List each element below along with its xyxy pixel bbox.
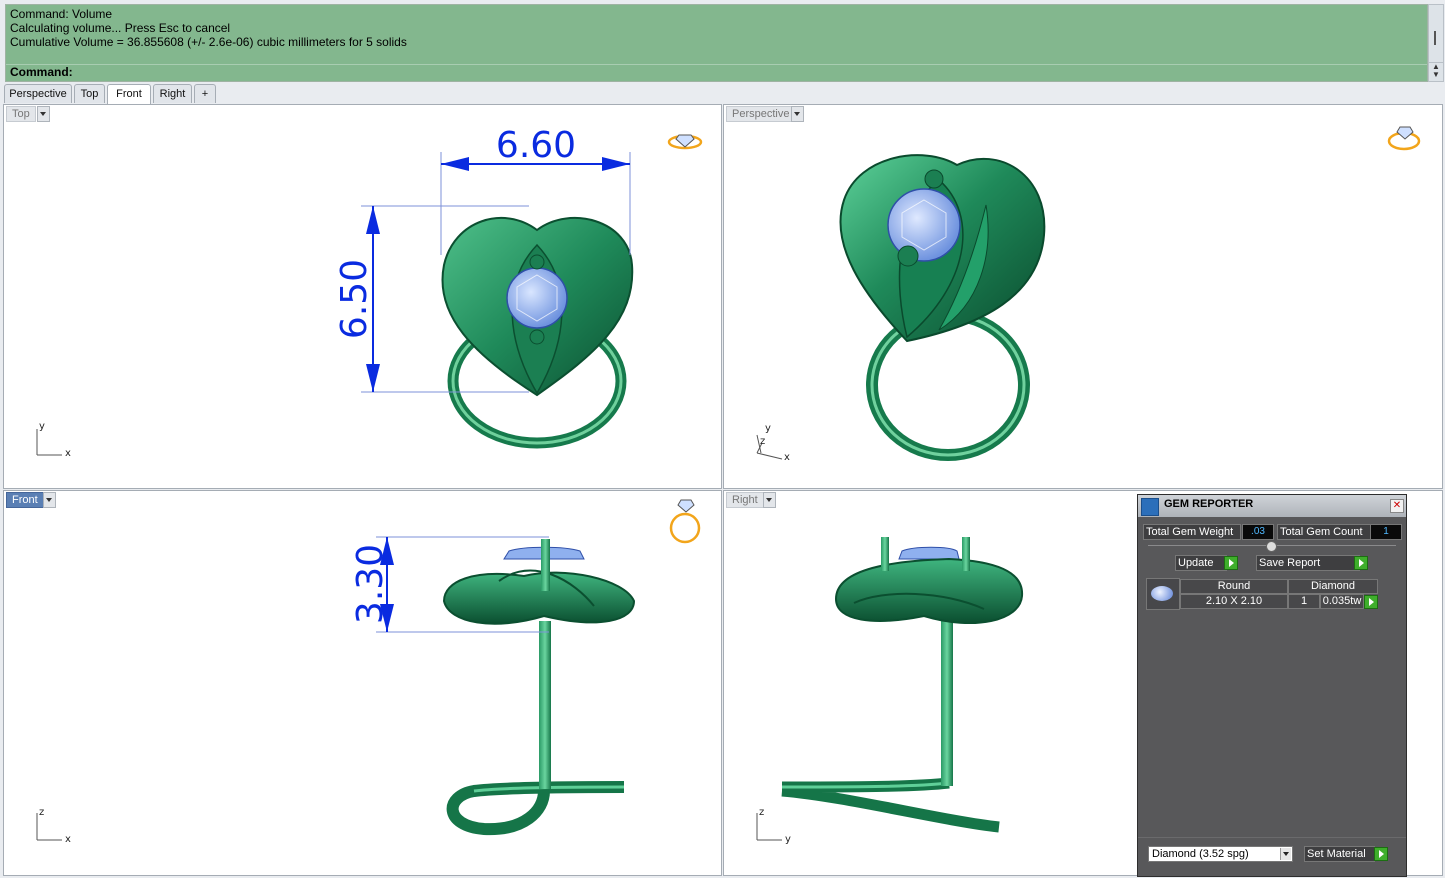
gem-reporter-panel: GEM REPORTER ✕ Total Gem Weight .03 Tota… bbox=[1137, 494, 1407, 877]
shank-base bbox=[446, 781, 625, 836]
chevron-down-icon[interactable] bbox=[1280, 848, 1291, 860]
add-tab-button[interactable]: + bbox=[194, 84, 216, 103]
axis-label-a: z bbox=[759, 807, 765, 818]
viewport-front[interactable]: Front 3.30 z x bbox=[3, 490, 722, 876]
set-material-go-icon[interactable] bbox=[1374, 847, 1388, 861]
collapse-toggle-icon[interactable] bbox=[1266, 541, 1277, 552]
gem-stone bbox=[506, 267, 568, 329]
prong-right bbox=[962, 537, 970, 571]
round-gem-icon bbox=[1151, 586, 1173, 601]
update-button[interactable]: Update bbox=[1175, 555, 1227, 571]
dim-height-text: 3.30 bbox=[350, 544, 391, 624]
tab-right[interactable]: Right bbox=[153, 84, 192, 103]
total-weight-value: .03 bbox=[1242, 524, 1274, 540]
scroll-thumb[interactable] bbox=[1434, 31, 1436, 45]
ring-shank-highlight bbox=[870, 313, 1026, 457]
command-separator bbox=[6, 64, 1427, 65]
divider bbox=[1138, 837, 1406, 838]
command-line-1: Command: Volume bbox=[10, 7, 113, 21]
shank-base bbox=[781, 777, 1000, 833]
gem-thumbnail[interactable] bbox=[1146, 578, 1180, 610]
set-material-button[interactable]: Set Material bbox=[1304, 846, 1375, 862]
viewport-perspective[interactable]: Perspective y z x bbox=[723, 104, 1443, 489]
axis-label-b: y bbox=[785, 834, 791, 845]
shank-stem bbox=[539, 621, 551, 789]
prong-bottom bbox=[897, 245, 919, 267]
gem-size: 2.10 X 2.10 bbox=[1180, 594, 1288, 609]
prong-bottom bbox=[529, 329, 545, 345]
axis-label-b: x bbox=[784, 452, 790, 463]
dim-width-text: 6.60 bbox=[496, 125, 576, 166]
dim-arrow-left bbox=[441, 157, 469, 171]
dim-height-text: 6.50 bbox=[334, 259, 375, 339]
heart-front bbox=[442, 571, 636, 625]
axis-label-b: x bbox=[65, 448, 71, 459]
gem-shape: Round bbox=[1180, 579, 1288, 594]
total-count-label: Total Gem Count bbox=[1277, 524, 1371, 540]
prong-top bbox=[529, 254, 545, 270]
viewport-top[interactable]: Top 6.60 6.50 y x bbox=[3, 104, 722, 489]
command-prompt[interactable]: Command: bbox=[10, 65, 73, 79]
axis-label-a: y bbox=[39, 421, 45, 432]
gem-stone bbox=[898, 546, 960, 560]
command-line-2: Calculating volume... Press Esc to cance… bbox=[10, 21, 231, 35]
tab-perspective[interactable]: Perspective bbox=[4, 84, 72, 103]
tab-front[interactable]: Front bbox=[107, 84, 151, 104]
axis-label-a: z bbox=[39, 807, 45, 818]
gem-reporter-titlebar[interactable]: GEM REPORTER ✕ bbox=[1138, 495, 1406, 517]
axis-label-b: x bbox=[65, 834, 71, 845]
axis-x-line bbox=[756, 452, 783, 460]
update-go-icon[interactable] bbox=[1224, 556, 1238, 570]
prong-top bbox=[924, 169, 944, 189]
diamond-icon bbox=[677, 499, 695, 513]
axis-label-c: z bbox=[760, 436, 766, 447]
front-view-model: 3.30 bbox=[36, 499, 701, 841]
dim-arrow-up bbox=[366, 206, 380, 234]
shank-stem bbox=[941, 621, 953, 786]
tab-top[interactable]: Top bbox=[74, 84, 105, 103]
dim-arrow-right bbox=[602, 157, 630, 171]
history-scrollbar[interactable] bbox=[1428, 4, 1444, 63]
close-icon[interactable]: ✕ bbox=[1390, 499, 1404, 513]
gem-row-go-icon[interactable] bbox=[1364, 595, 1378, 609]
axis-label-a: y bbox=[765, 423, 771, 434]
perspective-view-model bbox=[756, 126, 1421, 461]
heart-side bbox=[834, 557, 1024, 625]
gem-reporter-title: GEM REPORTER bbox=[1164, 498, 1254, 510]
save-report-button[interactable]: Save Report bbox=[1256, 555, 1360, 571]
dim-arrow-down bbox=[366, 364, 380, 392]
diamond-icon bbox=[1396, 126, 1414, 140]
save-report-go-icon[interactable] bbox=[1354, 556, 1368, 570]
ring-widget-icon bbox=[669, 512, 701, 544]
material-select[interactable]: Diamond (3.52 spg) bbox=[1148, 846, 1293, 862]
prong bbox=[541, 539, 550, 591]
total-count-value: 1 bbox=[1370, 524, 1402, 540]
total-weight-label: Total Gem Weight bbox=[1143, 524, 1241, 540]
gem-weight: 0.035tw bbox=[1320, 594, 1364, 609]
top-view-model: 6.60 6.50 bbox=[36, 125, 703, 456]
prompt-spinner[interactable]: ▲ ▼ bbox=[1428, 62, 1444, 82]
gem-qty: 1 bbox=[1288, 594, 1320, 609]
command-history: Command: Volume Calculating volume... Pr… bbox=[5, 4, 1428, 82]
gem-reporter-logo-icon bbox=[1141, 498, 1159, 516]
gem-material: Diamond bbox=[1288, 579, 1378, 594]
command-line-3: Cumulative Volume = 36.855608 (+/- 2.6e-… bbox=[10, 35, 407, 49]
prong-left bbox=[881, 537, 889, 571]
diamond-icon bbox=[675, 134, 695, 148]
